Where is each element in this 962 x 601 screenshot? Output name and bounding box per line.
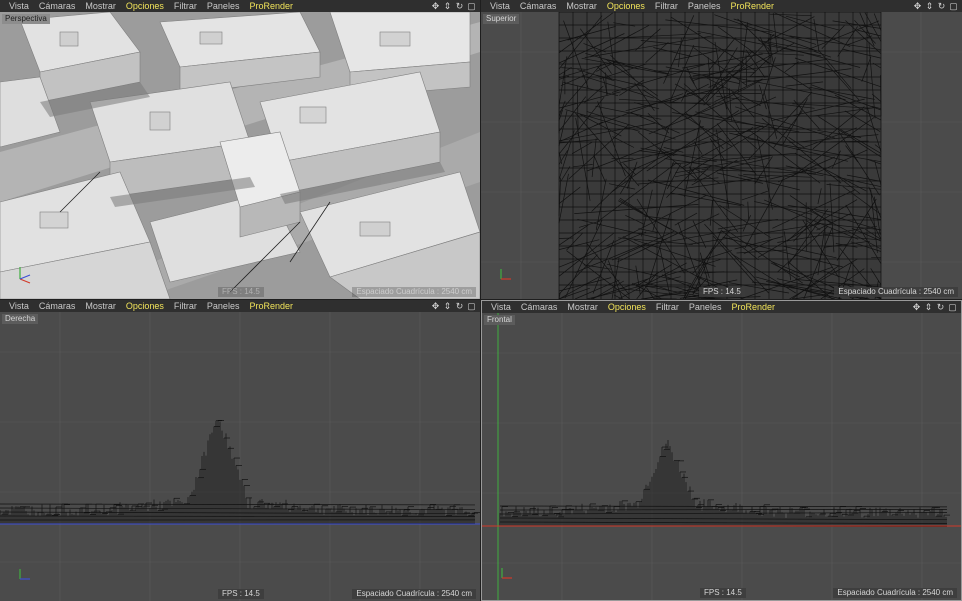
wireframe-top	[481, 12, 962, 299]
zoom-icon[interactable]: ⇕	[443, 1, 452, 11]
rotate-icon[interactable]: ↻	[936, 302, 945, 312]
menu-paneles[interactable]: Paneles	[683, 0, 726, 12]
wireframe-right	[0, 312, 480, 601]
menu-filtrar[interactable]: Filtrar	[169, 0, 202, 12]
menu-vista[interactable]: Vista	[485, 0, 515, 12]
menu-camaras[interactable]: Cámaras	[515, 0, 562, 12]
menu-vista[interactable]: Vista	[486, 301, 516, 313]
menu-opciones[interactable]: Opciones	[121, 300, 169, 312]
viewport-menubar: Vista Cámaras Mostrar Opciones Filtrar P…	[0, 0, 480, 12]
menu-mostrar[interactable]: Mostrar	[80, 0, 121, 12]
axis-gizmo-icon	[493, 261, 519, 287]
zoom-icon[interactable]: ⇕	[925, 1, 934, 11]
rotate-icon[interactable]: ↻	[937, 1, 946, 11]
menu-prorender[interactable]: ProRender	[725, 0, 779, 12]
fps-readout: FPS : 14.5	[700, 588, 746, 598]
menu-opciones[interactable]: Opciones	[121, 0, 169, 12]
viewport-label: Derecha	[2, 314, 39, 324]
axis-gizmo-icon	[12, 261, 38, 287]
menu-paneles[interactable]: Paneles	[202, 300, 245, 312]
grid-spacing-readout: Espaciado Cuadrícula : 2540 cm	[834, 287, 958, 297]
maximize-icon[interactable]: ▢	[467, 1, 476, 11]
move-icon[interactable]: ✥	[431, 1, 440, 11]
perspective-canvas[interactable]	[0, 12, 480, 299]
wireframe-front	[482, 313, 961, 600]
rotate-icon[interactable]: ↻	[455, 1, 464, 11]
viewport-menubar: Vista Cámaras Mostrar Opciones Filtrar P…	[0, 300, 480, 312]
move-icon[interactable]: ✥	[913, 1, 922, 11]
menu-mostrar[interactable]: Mostrar	[80, 300, 121, 312]
menu-prorender[interactable]: ProRender	[244, 0, 298, 12]
rotate-icon[interactable]: ↻	[455, 301, 464, 311]
menu-vista[interactable]: Vista	[4, 0, 34, 12]
menu-opciones[interactable]: Opciones	[602, 0, 650, 12]
zoom-icon[interactable]: ⇕	[924, 302, 933, 312]
viewport-label: Perspectiva	[2, 14, 50, 24]
menu-prorender[interactable]: ProRender	[244, 300, 298, 312]
move-icon[interactable]: ✥	[912, 302, 921, 312]
menu-filtrar[interactable]: Filtrar	[650, 0, 683, 12]
axis-gizmo-icon	[12, 561, 38, 587]
viewport-menubar: Vista Cámaras Mostrar Opciones Filtrar P…	[481, 0, 962, 12]
zoom-icon[interactable]: ⇕	[443, 301, 452, 311]
nav-icons: ✥ ⇕ ↻ ▢	[913, 0, 958, 12]
top-canvas[interactable]	[481, 12, 962, 299]
menu-paneles[interactable]: Paneles	[684, 301, 727, 313]
menu-mostrar[interactable]: Mostrar	[562, 301, 603, 313]
nav-icons: ✥ ⇕ ↻ ▢	[431, 300, 476, 312]
viewport-top[interactable]: Vista Cámaras Mostrar Opciones Filtrar P…	[481, 0, 962, 299]
maximize-icon[interactable]: ▢	[467, 301, 476, 311]
viewport-label: Frontal	[484, 315, 515, 325]
move-icon[interactable]: ✥	[431, 301, 440, 311]
fps-readout: FPS : 14.5	[699, 287, 745, 297]
menu-opciones[interactable]: Opciones	[603, 301, 651, 313]
axis-gizmo-icon	[494, 560, 520, 586]
maximize-icon[interactable]: ▢	[949, 1, 958, 11]
menu-vista[interactable]: Vista	[4, 300, 34, 312]
grid-spacing-readout: Espaciado Cuadrícula : 2540 cm	[352, 589, 476, 599]
grid-spacing-readout: Espaciado Cuadrícula : 2540 cm	[833, 588, 957, 598]
viewport-right[interactable]: Vista Cámaras Mostrar Opciones Filtrar P…	[0, 300, 480, 601]
menu-camaras[interactable]: Cámaras	[34, 300, 81, 312]
fps-readout: FPS : 14.5	[218, 589, 264, 599]
front-canvas[interactable]	[482, 313, 961, 600]
right-canvas[interactable]	[0, 312, 480, 601]
viewport-label: Superior	[483, 14, 520, 24]
menu-camaras[interactable]: Cámaras	[516, 301, 563, 313]
city-render	[0, 12, 480, 299]
grid-spacing-readout: Espaciado Cuadrícula : 2540 cm	[352, 287, 476, 297]
fps-readout: FPS : 14.5	[218, 287, 264, 297]
menu-filtrar[interactable]: Filtrar	[651, 301, 684, 313]
viewport-menubar: Vista Cámaras Mostrar Opciones Filtrar P…	[482, 301, 961, 313]
menu-paneles[interactable]: Paneles	[202, 0, 245, 12]
maximize-icon[interactable]: ▢	[948, 302, 957, 312]
menu-mostrar[interactable]: Mostrar	[561, 0, 602, 12]
viewport-front[interactable]: Vista Cámaras Mostrar Opciones Filtrar P…	[481, 300, 962, 601]
nav-icons: ✥ ⇕ ↻ ▢	[431, 0, 476, 12]
viewport-perspective[interactable]: Vista Cámaras Mostrar Opciones Filtrar P…	[0, 0, 480, 299]
nav-icons: ✥ ⇕ ↻ ▢	[912, 301, 957, 313]
menu-prorender[interactable]: ProRender	[726, 301, 780, 313]
menu-filtrar[interactable]: Filtrar	[169, 300, 202, 312]
menu-camaras[interactable]: Cámaras	[34, 0, 81, 12]
